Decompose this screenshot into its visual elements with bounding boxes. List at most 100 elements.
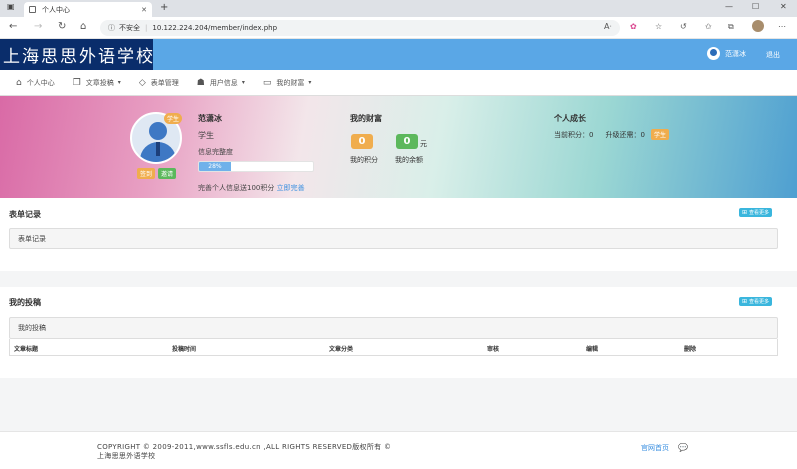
column-header[interactable]: 文章标题: [14, 344, 38, 353]
points-value[interactable]: 0: [351, 134, 373, 149]
header-username: 范潇冰: [725, 49, 746, 58]
column-header[interactable]: 投稿时间: [172, 344, 196, 353]
tab-close-icon[interactable]: ✕: [141, 6, 147, 14]
avatar-head: [149, 122, 167, 140]
browser-titlebar: ▣ 个人中心 ✕ + — ☐ ✕: [0, 0, 797, 17]
column-header[interactable]: 删除: [684, 344, 696, 353]
current-points-value: 0: [589, 130, 594, 139]
completion-label: 信息完整度: [198, 148, 233, 156]
posts-more-label: 查看更多: [749, 299, 770, 305]
more-options-icon[interactable]: ⋯: [778, 22, 786, 31]
menu-item[interactable]: ❐ 文章投稿 ▾: [73, 78, 121, 88]
invite-button[interactable]: 邀请: [158, 168, 177, 179]
points-label: 我的积分: [350, 156, 378, 164]
menu-item[interactable]: ☗ 用户信息 ▾: [197, 78, 245, 88]
posts-table-header: 文章标题 投稿时间 文章分类 审核 编辑 删除: [9, 339, 778, 356]
tab-title: 个人中心: [42, 5, 70, 14]
posts-section-title: 我的投稿: [9, 298, 41, 307]
menu-item[interactable]: ▭ 我的财富 ▾: [263, 78, 312, 88]
copy-icon: ❐: [72, 77, 81, 88]
current-points-label: 当前积分：: [554, 130, 589, 139]
caret-down-icon: ▾: [308, 79, 312, 86]
completion-hint: 完善个人信息送100积分 立即完善: [198, 183, 305, 193]
upgrade-value: 0: [640, 130, 645, 139]
extension-icon[interactable]: ✿: [630, 22, 637, 31]
plus-icon: ⊞: [742, 209, 748, 216]
forms-more-button[interactable]: ⊞ 查看更多: [739, 208, 773, 217]
read-aloud-icon[interactable]: Aᐧ: [604, 22, 612, 31]
favorites-icon[interactable]: ✩: [705, 22, 712, 31]
forms-panel-title: 表单记录: [18, 234, 46, 243]
school-logo[interactable]: 上海思思外语学校: [0, 39, 153, 70]
logout-link[interactable]: 退出: [766, 50, 780, 60]
caret-down-icon: ▾: [241, 79, 245, 86]
growth-title: 个人成长: [554, 114, 586, 123]
upgrade-label: 升级还需：: [605, 130, 641, 139]
balance-label: 我的余额: [395, 156, 423, 164]
column-header[interactable]: 文章分类: [329, 344, 353, 353]
refresh-icon[interactable]: ↻: [58, 21, 66, 32]
profile-role: 学生: [198, 131, 214, 140]
profile-avatar[interactable]: [752, 20, 764, 32]
address-bar[interactable]: ⓘ 不安全 | 10.122.224.204/member/index.php: [100, 20, 620, 36]
level-badge: 学生: [650, 129, 669, 140]
address-url: 10.122.224.204/member/index.php: [152, 24, 278, 32]
diamond-icon: ◇: [138, 77, 146, 88]
address-separator: |: [145, 24, 148, 32]
menu-item-label: 用户信息: [209, 78, 238, 87]
avatar-tie: [156, 142, 160, 156]
users-icon: ☗: [196, 77, 205, 88]
menu-item-label: 文章投稿: [85, 78, 114, 87]
menu-item-label: 表单管理: [150, 78, 179, 87]
collections-icon[interactable]: ⧉: [728, 22, 734, 32]
wealth-title: 我的财富: [350, 114, 382, 123]
column-header[interactable]: 审核: [487, 344, 499, 353]
sign-in-button[interactable]: 签到: [137, 168, 156, 179]
caret-down-icon: ▾: [117, 79, 121, 86]
maximize-button[interactable]: ☐: [752, 2, 759, 11]
home-icon[interactable]: ⌂: [80, 21, 86, 32]
window-menu-icon[interactable]: ▣: [7, 2, 15, 11]
posts-panel: 我的投稿: [9, 317, 778, 339]
completion-fill: 28%: [199, 162, 231, 171]
hint-text: 完善个人信息送100积分: [198, 184, 275, 192]
menu-item-label: 个人中心: [26, 78, 55, 87]
browser-tab[interactable]: 个人中心 ✕: [24, 2, 152, 17]
refresh-ext-icon[interactable]: ↺: [680, 22, 687, 31]
favorite-star-icon[interactable]: ☆: [655, 22, 662, 31]
role-badge: 学生: [164, 113, 183, 124]
minimize-button[interactable]: —: [725, 2, 733, 11]
posts-panel-title: 我的投稿: [18, 324, 46, 332]
menu-item[interactable]: ◇ 表单管理: [139, 78, 179, 88]
official-home-link[interactable]: 官网首页: [641, 443, 669, 453]
back-icon[interactable]: ←: [9, 21, 17, 32]
home-icon: ⌂: [16, 77, 22, 88]
forward-icon[interactable]: →: [34, 21, 42, 32]
page-favicon-icon: [29, 6, 36, 13]
column-header[interactable]: 编辑: [586, 344, 598, 353]
forms-panel: 表单记录: [9, 228, 778, 249]
growth-info: 当前积分： 0 升级还需： 0 学生: [554, 129, 669, 140]
profile-name: 范潇冰: [198, 114, 222, 123]
forms-section-title: 表单记录: [9, 210, 41, 219]
close-window-button[interactable]: ✕: [780, 2, 787, 11]
card-icon: ▭: [262, 77, 272, 88]
address-toolbar: ← → ↻ ⌂ ⓘ 不安全 | 10.122.224.204/member/in…: [0, 17, 797, 39]
forms-more-label: 查看更多: [749, 210, 770, 216]
posts-more-button[interactable]: ⊞ 查看更多: [739, 297, 773, 306]
menu-item[interactable]: ⌂ 个人中心: [16, 78, 55, 88]
complete-info-link[interactable]: 立即完善: [277, 184, 305, 192]
menu-item-label: 我的财富: [276, 78, 305, 87]
security-warning: 不安全: [119, 24, 140, 32]
user-avatar-icon: [707, 47, 720, 60]
new-tab-button[interactable]: +: [160, 2, 168, 13]
chat-icon[interactable]: 💬: [678, 443, 688, 452]
main-menu: ⌂ 个人中心 ❐ 文章投稿 ▾ ◇ 表单管理 ☗ 用户信息 ▾ ▭ 我的财富 ▾: [0, 70, 797, 96]
copyright-text: COPYRIGHT © 2009-2011,www.ssfls.edu.cn ,…: [97, 443, 392, 460]
completion-progress: 28%: [198, 161, 314, 172]
balance-unit: 元: [420, 140, 427, 148]
plus-icon: ⊞: [742, 298, 748, 305]
warning-icon: ⓘ: [108, 24, 115, 32]
header-user[interactable]: 范潇冰: [707, 47, 746, 60]
balance-value[interactable]: 0: [396, 134, 418, 149]
